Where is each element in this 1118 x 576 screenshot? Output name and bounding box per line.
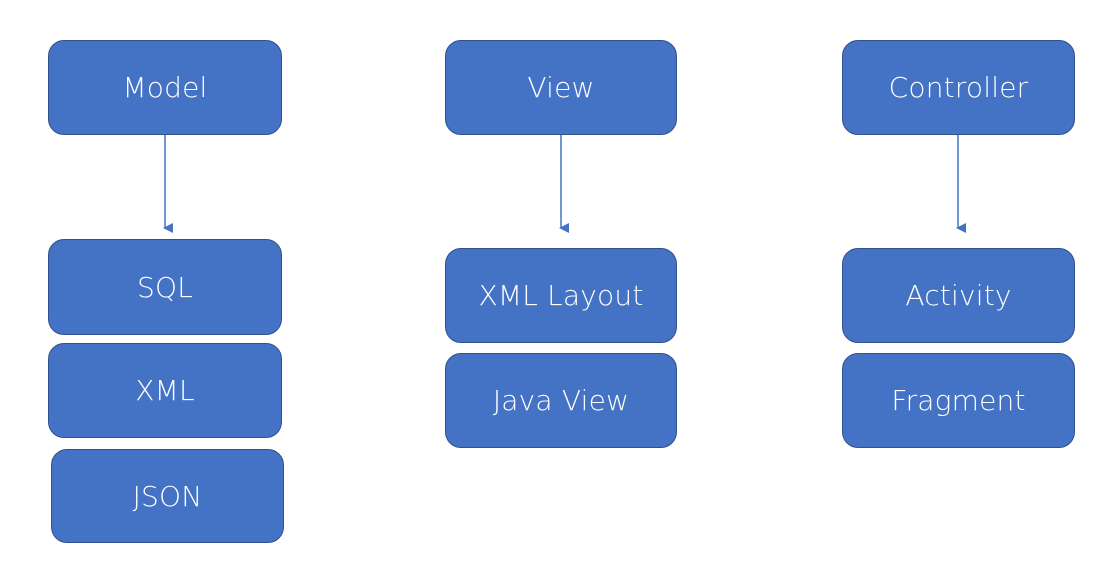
sql-box: SQL xyxy=(48,239,282,335)
model-box: Model xyxy=(48,40,282,135)
xml-box: XML xyxy=(48,343,282,438)
view-box: View xyxy=(445,40,677,135)
json-box: JSON xyxy=(51,449,284,543)
activity-box: Activity xyxy=(842,248,1075,343)
java-view-box: Java View xyxy=(445,353,677,448)
fragment-box: Fragment xyxy=(842,353,1075,448)
controller-box: Controller xyxy=(842,40,1075,135)
xml-layout-box: XML Layout xyxy=(445,248,677,343)
